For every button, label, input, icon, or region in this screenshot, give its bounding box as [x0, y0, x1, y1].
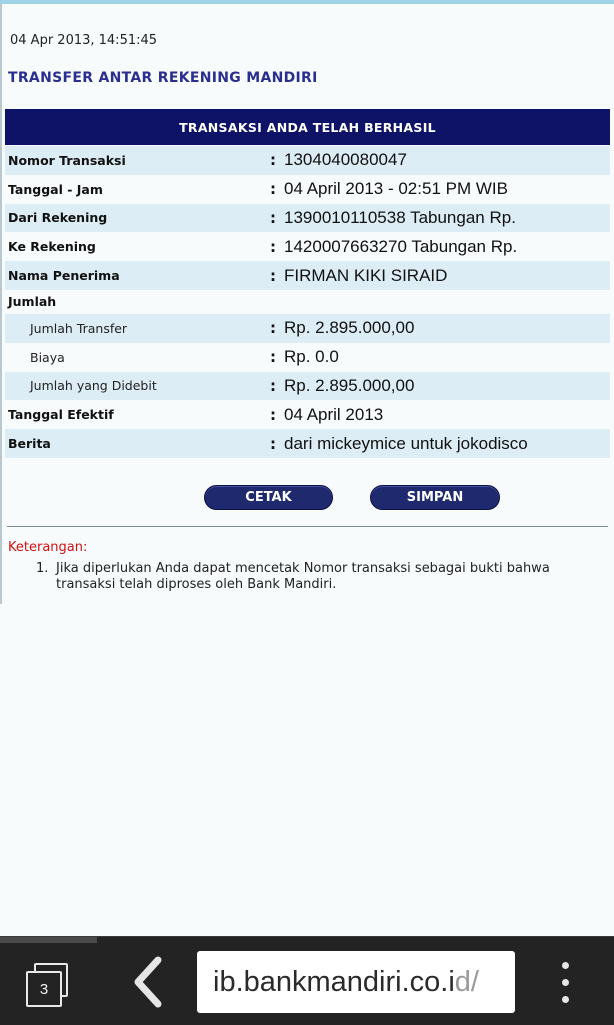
- row-label: Dari Rekening: [8, 210, 108, 226]
- back-arrow-icon[interactable]: [128, 956, 168, 1008]
- row-label: Tanggal Efektif: [8, 407, 114, 423]
- row-value: 1420007663270 Tabungan Rp.: [284, 236, 518, 256]
- detail-row-tanggal-efektif: Tanggal Efektif : 04 April 2013: [5, 400, 610, 429]
- row-colon: :: [270, 151, 276, 170]
- note-text: Jika diperlukan Anda dapat mencetak Nomo…: [56, 561, 550, 592]
- left-border: [0, 4, 2, 604]
- row-label: Jumlah: [8, 294, 57, 310]
- row-colon: :: [270, 348, 276, 367]
- row-value: FIRMAN KIKI SIRAID: [284, 265, 448, 285]
- timestamp: 04 Apr 2013, 14:51:45: [10, 33, 158, 48]
- row-label: Biaya: [30, 349, 65, 365]
- success-banner: TRANSAKSI ANDA TELAH BERHASIL: [5, 109, 610, 145]
- notes-list: 1. Jika diperlukan Anda dapat mencetak N…: [36, 561, 606, 593]
- save-button[interactable]: SIMPAN: [370, 485, 500, 510]
- detail-row-ke-rekening: Ke Rekening : 1420007663270 Tabungan Rp.: [5, 232, 610, 261]
- transaction-details: Nomor Transaksi : 1304040080047 Tanggal …: [5, 146, 610, 458]
- row-colon: :: [270, 208, 276, 227]
- note-number: 1.: [36, 561, 49, 576]
- top-accent-strip: [0, 0, 614, 4]
- row-value: Rp. 2.895.000,00: [284, 375, 415, 395]
- row-value: 1390010110538 Tabungan Rp.: [284, 207, 516, 227]
- row-value: Rp. 0.0: [284, 347, 339, 367]
- tabs-icon[interactable]: 3: [26, 963, 72, 1009]
- url-text: ib.bankmandiri.co.i: [213, 965, 455, 998]
- menu-dot: [562, 996, 569, 1003]
- tab-count: 3: [26, 971, 62, 1007]
- detail-row-berita: Berita : dari mickeymice untuk jokodisco: [5, 429, 610, 458]
- detail-row-nama-penerima: Nama Penerima : FIRMAN KIKI SIRAID: [5, 261, 610, 290]
- row-label: Ke Rekening: [8, 239, 96, 255]
- url-field[interactable]: ib.bankmandiri.co.i d/: [197, 951, 515, 1013]
- print-button[interactable]: CETAK: [204, 485, 333, 510]
- row-colon: :: [270, 319, 276, 338]
- tab-indicator: [0, 937, 97, 943]
- detail-row-dari-rekening: Dari Rekening : 1390010110538 Tabungan R…: [5, 203, 610, 233]
- row-colon: :: [270, 237, 276, 256]
- row-colon: :: [270, 405, 276, 424]
- row-label: Nama Penerima: [8, 268, 120, 284]
- row-label: Jumlah Transfer: [30, 320, 128, 336]
- row-colon: :: [270, 266, 276, 285]
- row-value: 1304040080047: [284, 150, 407, 170]
- action-buttons: CETAK SIMPAN: [0, 485, 614, 511]
- row-label: Berita: [8, 436, 51, 452]
- url-text-faded: d/: [454, 965, 479, 998]
- page-title: TRANSFER ANTAR REKENING MANDIRI: [8, 70, 318, 86]
- row-value: 04 April 2013 - 02:51 PM WIB: [284, 179, 508, 199]
- row-colon: :: [270, 376, 276, 395]
- detail-row-jumlah-transfer: Jumlah Transfer : Rp. 2.895.000,00: [5, 313, 610, 343]
- divider: [7, 526, 608, 527]
- detail-row-jumlah-didebit: Jumlah yang Didebit : Rp. 2.895.000,00: [5, 371, 610, 401]
- row-value: Rp. 2.895.000,00: [284, 318, 415, 338]
- row-value: 04 April 2013: [284, 404, 384, 424]
- detail-row-biaya: Biaya : Rp. 0.0: [5, 343, 610, 372]
- row-colon: :: [270, 180, 276, 199]
- row-label: Jumlah yang Didebit: [30, 378, 157, 394]
- detail-row-nomor-transaksi: Nomor Transaksi : 1304040080047: [5, 146, 610, 175]
- menu-dot: [562, 979, 569, 986]
- row-colon: :: [270, 434, 276, 453]
- notes-title: Keterangan:: [8, 540, 88, 555]
- detail-row-tanggal-jam: Tanggal - Jam : 04 April 2013 - 02:51 PM…: [5, 175, 610, 204]
- menu-dot: [562, 962, 569, 969]
- row-value: dari mickeymice untuk jokodisco: [284, 433, 528, 453]
- more-vert-icon[interactable]: [556, 962, 576, 1006]
- row-label: Tanggal - Jam: [8, 181, 103, 197]
- detail-row-jumlah: Jumlah: [5, 290, 610, 314]
- row-label: Nomor Transaksi: [8, 152, 126, 168]
